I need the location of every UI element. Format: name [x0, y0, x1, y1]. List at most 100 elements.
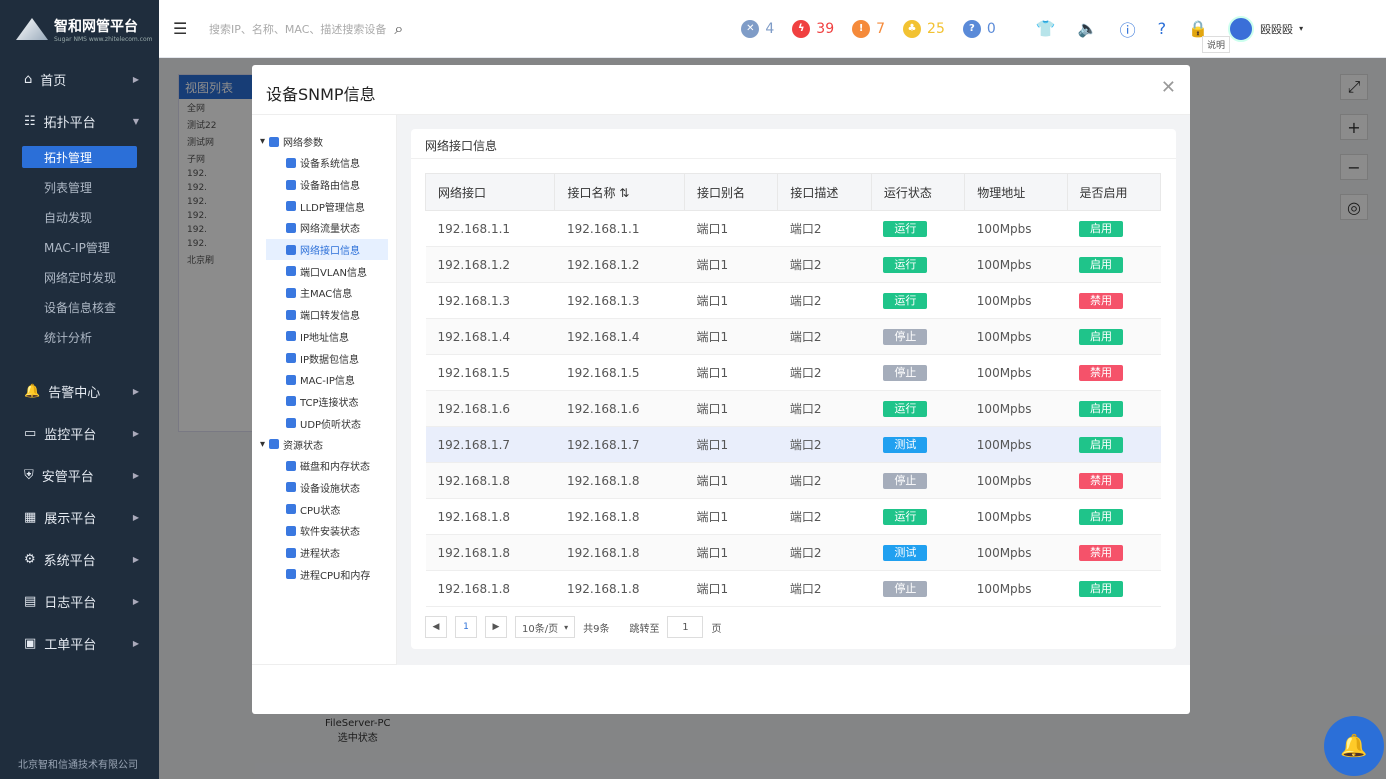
column-header[interactable]: 是否启用 [1066, 173, 1162, 211]
tree-item-0[interactable]: 设备系统信息 [252, 152, 396, 174]
notification-bell-icon[interactable]: 🔔 [1324, 716, 1384, 776]
table-row[interactable]: 192.168.1.8 192.168.1.8 端口1 端口2 运行 100Mpbs 启用 [425, 498, 1161, 535]
tree-item-9[interactable]: IP数据包信息 [252, 347, 396, 369]
page-unit: 页 [711, 623, 722, 635]
avatar[interactable] [1228, 15, 1255, 42]
alert-stat-2[interactable]: ! 7 [852, 19, 885, 38]
column-header[interactable]: 接口描述 [777, 173, 872, 211]
alert-stat-1[interactable]: ϟ 39 [792, 19, 834, 38]
cell-iface: 192.168.1.3 [437, 293, 511, 308]
tree-item-8[interactable]: IP地址信息 [252, 326, 396, 348]
tree-item-res-5[interactable]: 进程CPU和内存 [252, 563, 396, 585]
nav-item-2[interactable]: 🔔 告警中心 ▶ [0, 370, 159, 412]
chevron-down-icon[interactable]: ▾ [1299, 24, 1303, 33]
cell-name: 192.168.1.2 [566, 257, 640, 272]
cell-iface: 192.168.1.8 [437, 473, 511, 488]
search-input[interactable]: 搜索IP、名称、MAC、描述搜索设备 [209, 21, 386, 37]
tree-item-res-3[interactable]: 软件安装状态 [252, 520, 396, 542]
tree-item-11[interactable]: TCP连接状态 [252, 391, 396, 413]
tree-item-icon [286, 396, 296, 407]
tree-item-2[interactable]: LLDP管理信息 [252, 195, 396, 217]
tree-item-1[interactable]: 设备路由信息 [252, 174, 396, 196]
table-cell: 启用 [1067, 426, 1161, 463]
column-header[interactable]: 接口名称 ⇅ [554, 173, 685, 211]
shirt-icon[interactable]: 👕 [1036, 19, 1056, 38]
speaker-icon[interactable]: 🔈 [1078, 19, 1098, 38]
help-icon[interactable]: ⓘ [1120, 17, 1136, 41]
user-menu[interactable]: 殴殴殴 ▾ [1228, 15, 1303, 42]
tree-item-res-1[interactable]: 设备设施状态 [252, 477, 396, 499]
table-cell: 端口2 [777, 570, 872, 607]
subnav-item-0[interactable]: 拓扑管理 [22, 146, 137, 168]
nav-item-3[interactable]: ▭ 监控平台 ▶ [0, 412, 159, 454]
user-name[interactable]: 殴殴殴 [1260, 21, 1293, 37]
table-row[interactable]: 192.168.1.4 192.168.1.4 端口1 端口2 停止 100Mpbs 启用 [425, 318, 1161, 355]
column-header[interactable]: 接口别名 [683, 173, 779, 211]
table-row[interactable]: 192.168.1.1 192.168.1.1 端口1 端口2 运行 100Mpbs 启用 [425, 210, 1161, 247]
pagination: ◀ 1 ▶ 10条/页 ▾ 共9条 跳转至 1 页 [425, 616, 721, 638]
nav-item-1[interactable]: ☷ 拓扑平台 ▼ [0, 100, 159, 142]
tree-item-5[interactable]: 端口VLAN信息 [252, 260, 396, 282]
table-row[interactable]: 192.168.1.2 192.168.1.2 端口1 端口2 运行 100Mpbs 启用 [425, 246, 1161, 283]
subnav-item-3[interactable]: MAC-IP管理 [0, 232, 159, 262]
tree-item-res-2[interactable]: CPU状态 [252, 498, 396, 520]
tree-item-12[interactable]: UDP侦听状态 [252, 412, 396, 434]
next-page-button[interactable]: ▶ [485, 616, 507, 638]
table-row[interactable]: 192.168.1.8 192.168.1.8 端口1 端口2 测试 100Mpbs 禁用 [425, 534, 1161, 571]
subnav-item-6[interactable]: 统计分析 [0, 322, 159, 352]
tree-item-icon [286, 179, 296, 190]
subnav-item-4[interactable]: 网络定时发现 [0, 262, 159, 292]
tree-group-resource[interactable]: ▾ 资源状态 [252, 434, 396, 455]
help-circle-icon[interactable]: ? [1158, 19, 1167, 38]
page-number[interactable]: 1 [455, 616, 477, 638]
sidebar: 智和网管平台 Sugar NMS www.zhitelecom.com ⌂ 首页 ▶ ☷… [0, 0, 159, 779]
bell-icon: ♣ [903, 19, 922, 38]
tree-item-res-0[interactable]: 磁盘和内存状态 [252, 455, 396, 477]
tree-item-7[interactable]: 端口转发信息 [252, 304, 396, 326]
tree-item-6[interactable]: 主MAC信息 [252, 282, 396, 304]
alert-stat-4[interactable]: ? 0 [962, 19, 996, 38]
table-cell: 运行 [871, 390, 965, 427]
table-row[interactable]: 192.168.1.3 192.168.1.3 端口1 端口2 运行 100Mpbs 禁用 [425, 282, 1161, 319]
subnav-item-1[interactable]: 列表管理 [0, 172, 159, 202]
tree-group-network[interactable]: ▾ 网络参数 [252, 131, 396, 152]
nav-item-label: 首页 [40, 73, 67, 89]
table-cell: 192.168.1.1 [554, 210, 685, 247]
nav-item-6[interactable]: ⚙ 系统平台 ▶ [0, 538, 159, 580]
column-header[interactable]: 运行状态 [870, 173, 966, 211]
tree-item-label: 端口转发信息 [300, 311, 360, 323]
table-row[interactable]: 192.168.1.8 192.168.1.8 端口1 端口2 停止 100Mpbs 启用 [425, 570, 1161, 607]
alert-stat-0[interactable]: ✕ 4 [741, 19, 774, 38]
table-row[interactable]: 192.168.1.6 192.168.1.6 端口1 端口2 运行 100Mpbs 启用 [425, 390, 1161, 427]
prev-page-button[interactable]: ◀ [425, 616, 447, 638]
nav-item-0[interactable]: ⌂ 首页 ▶ [0, 58, 159, 100]
tree-item-4[interactable]: 网络接口信息 [266, 238, 388, 261]
table-row[interactable]: 192.168.1.7 192.168.1.7 端口1 端口2 测试 100Mpbs 启用 [425, 426, 1161, 463]
nav-item-8[interactable]: ▣ 工单平台 ▶ [0, 622, 159, 664]
chevron-icon: ▶ [132, 512, 139, 522]
column-header[interactable]: 网络接口 [424, 173, 556, 211]
search-box[interactable]: 搜索IP、名称、MAC、描述搜索设备 ⌕ [209, 19, 403, 39]
table-cell: 端口2 [777, 318, 872, 355]
sort-icon[interactable]: ⇅ [615, 186, 629, 200]
nav-item-4[interactable]: ⛨ 安管平台 ▶ [0, 454, 159, 496]
subnav-item-2[interactable]: 自动发现 [0, 202, 159, 232]
table-row[interactable]: 192.168.1.8 192.168.1.8 端口1 端口2 停止 100Mpbs 禁用 [425, 462, 1161, 499]
table-cell: 端口2 [777, 462, 872, 499]
nav-item-7[interactable]: ▤ 日志平台 ▶ [0, 580, 159, 622]
goto-page-input[interactable]: 1 [667, 616, 704, 638]
menu-toggle-icon[interactable]: ☰ [173, 19, 191, 38]
alert-stat-3[interactable]: ♣ 25 [903, 19, 945, 38]
subnav-item-5[interactable]: 设备信息核查 [0, 292, 159, 322]
tree-item-3[interactable]: 网络流量状态 [252, 217, 396, 239]
nav-item-5[interactable]: ▦ 展示平台 ▶ [0, 496, 159, 538]
tree-item-10[interactable]: MAC-IP信息 [252, 369, 396, 391]
search-icon[interactable]: ⌕ [394, 19, 403, 39]
column-header[interactable]: 物理地址 [964, 173, 1068, 211]
tree-item-res-4[interactable]: 进程状态 [252, 542, 396, 564]
table-cell: 端口1 [684, 462, 778, 499]
close-icon[interactable]: ✕ [1161, 77, 1176, 98]
table-row[interactable]: 192.168.1.5 192.168.1.5 端口1 端口2 停止 100Mpbs 禁用 [425, 354, 1161, 391]
page-size-select[interactable]: 10条/页 ▾ [515, 616, 576, 638]
cell-alias: 端口1 [696, 402, 729, 416]
